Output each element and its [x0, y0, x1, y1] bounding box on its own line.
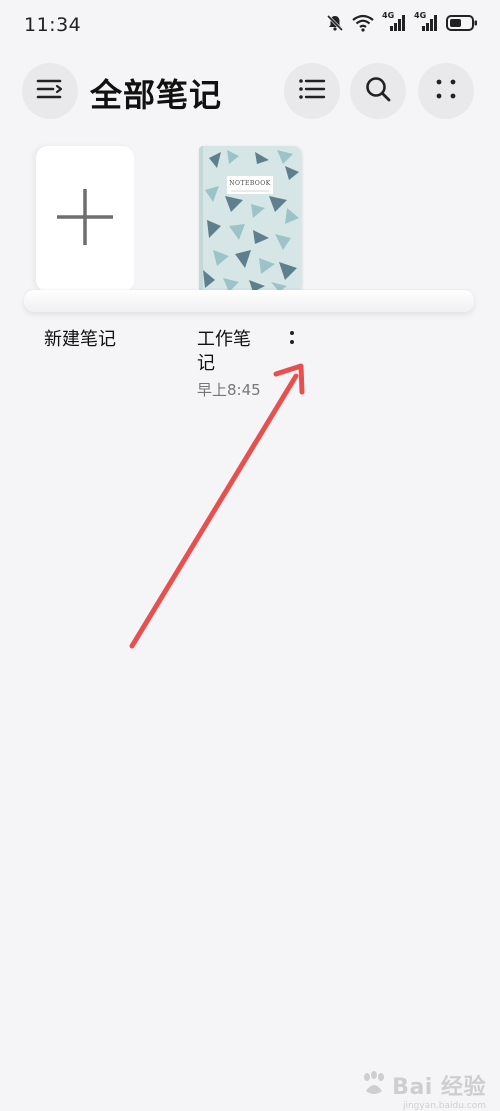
watermark-url: jingyan.baidu.com	[402, 1101, 486, 1111]
paw-icon	[360, 1071, 388, 1101]
annotation-arrow	[129, 363, 305, 649]
watermark-brand: Bai 经验	[392, 1075, 486, 1100]
watermark: Bai 经验 jingyan.baidu.com	[360, 1069, 486, 1111]
